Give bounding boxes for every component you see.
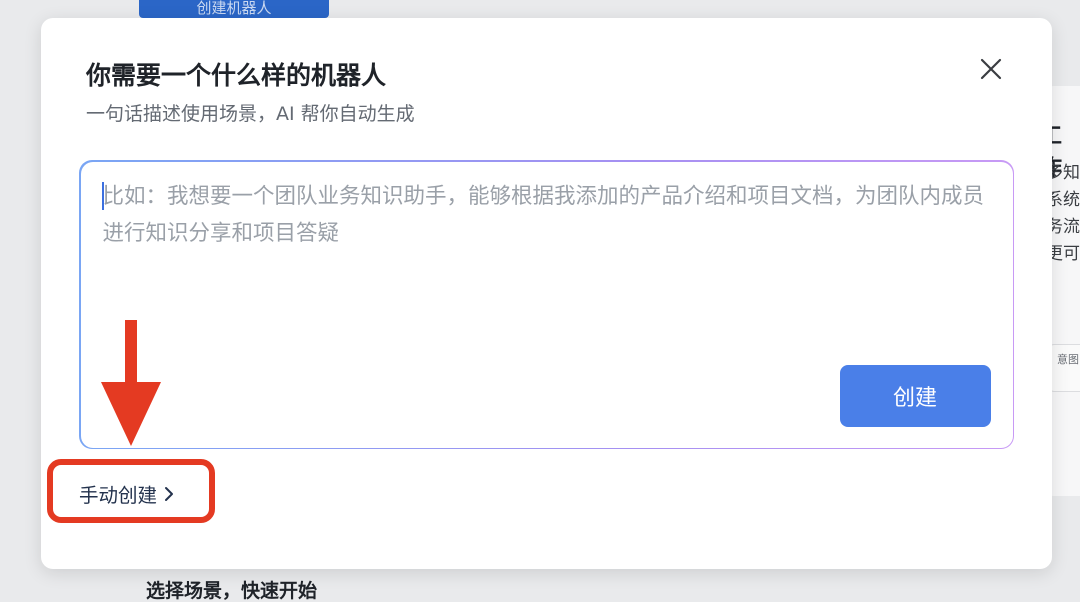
create-button[interactable]: 创建 [839, 364, 991, 427]
prompt-input[interactable]: 比如：我想要一个团队业务知识助手，能够根据我添加的产品介绍和项目文档，为团队内成… [80, 161, 1013, 448]
dialog-title: 你需要一个什么样的机器人 [86, 61, 387, 90]
create-bot-dialog: 你需要一个什么样的机器人 一句话描述使用场景，AI 帮你自动生成 比如：我想要一… [41, 18, 1052, 569]
close-button[interactable] [977, 55, 1005, 83]
dialog-subtitle: 一句话描述使用场景，AI 帮你自动生成 [86, 103, 415, 125]
chevron-right-icon [165, 486, 174, 501]
manual-create-link[interactable]: 手动创建 [79, 479, 175, 508]
background-create-bot-button: 创建机器人 [139, 0, 329, 18]
background-card-tag: 意图 [1048, 344, 1080, 392]
close-icon [980, 58, 1002, 80]
arrow-down-icon [101, 320, 161, 446]
annotation-arrow [101, 320, 161, 446]
prompt-placeholder: 比如：我想要一个团队业务知识助手，能够根据我添加的产品介绍和项目文档，为团队内成… [102, 183, 985, 246]
background-section-heading: 选择场景，快速开始 [146, 580, 318, 602]
manual-create-label: 手动创建 [79, 484, 158, 507]
prompt-input-frame: 比如：我想要一个团队业务知识助手，能够根据我添加的产品介绍和项目文档，为团队内成… [79, 160, 1014, 449]
